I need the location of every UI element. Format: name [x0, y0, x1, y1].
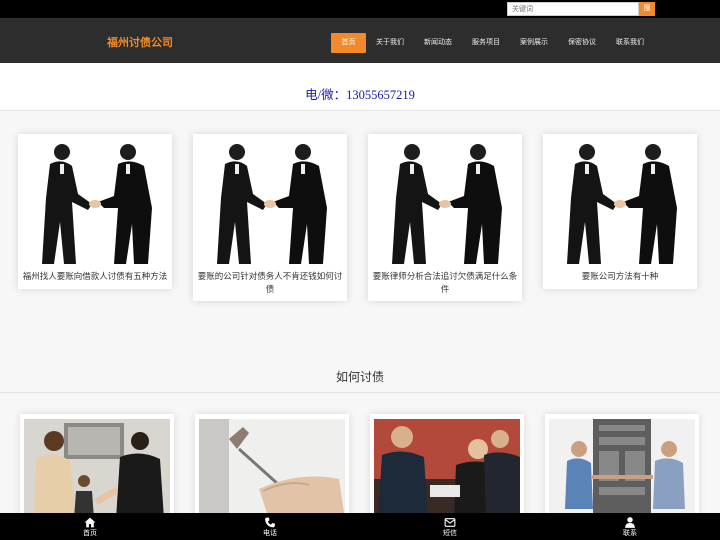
- case-tile[interactable]: [195, 414, 349, 524]
- nav-item-contact[interactable]: 联系我们: [606, 33, 654, 53]
- bottom-nav-label: 联系: [623, 530, 637, 537]
- contact-phone-banner: 电/微：13055657219: [0, 63, 720, 111]
- article-card[interactable]: 要账律师分析合法追讨欠债满足什么条件: [368, 134, 522, 301]
- article-title[interactable]: 要账公司方法有十种: [543, 264, 697, 289]
- handshake-image: [22, 138, 168, 264]
- search-button[interactable]: 搜: [639, 2, 655, 16]
- site-header: 福州讨债公司 首页 关于我们 新闻动态 服务项目 案例展示 保密协议 联系我们: [0, 18, 720, 63]
- article-card[interactable]: 要账公司方法有十种: [543, 134, 697, 289]
- nav-item-about[interactable]: 关于我们: [366, 33, 414, 53]
- nav-item-news[interactable]: 新闻动态: [414, 33, 462, 53]
- nav-item-services[interactable]: 服务项目: [462, 33, 510, 53]
- bottom-nav-sms[interactable]: 短信: [360, 513, 540, 540]
- nav-item-cases[interactable]: 案例展示: [510, 33, 558, 53]
- handshake-image: [197, 138, 343, 264]
- signing-pen-image: [199, 419, 345, 519]
- meeting-image: [374, 419, 520, 519]
- article-card[interactable]: 福州找人要账向借款人讨债有五种方法: [18, 134, 172, 289]
- article-title[interactable]: 福州找人要账向借款人讨债有五种方法: [18, 264, 172, 289]
- article-card[interactable]: 要账的公司针对债务人不肯还钱如何讨债: [193, 134, 347, 301]
- top-search-bar: 搜: [0, 0, 720, 18]
- bottom-nav-phone[interactable]: 电话: [180, 513, 360, 540]
- article-title[interactable]: 要账的公司针对债务人不肯还钱如何讨债: [193, 264, 347, 301]
- envelope-icon: [444, 518, 456, 527]
- article-title[interactable]: 要账律师分析合法追讨欠债满足什么条件: [368, 264, 522, 301]
- section-divider: [0, 392, 720, 393]
- handshake-image: [372, 138, 518, 264]
- nav-item-home[interactable]: 首页: [331, 33, 366, 53]
- home-icon: [84, 517, 96, 528]
- case-tile[interactable]: [545, 414, 699, 524]
- case-tile[interactable]: [370, 414, 524, 524]
- user-icon: [625, 517, 635, 528]
- phone-icon: [265, 517, 275, 528]
- bottom-nav-label: 短信: [443, 530, 457, 537]
- bottom-nav-label: 电话: [263, 530, 277, 537]
- bottom-nav-label: 首页: [83, 530, 97, 537]
- contact-phone[interactable]: 电/微：13055657219: [305, 84, 415, 103]
- office-handshake-image: [24, 419, 170, 519]
- site-brand[interactable]: 福州讨债公司: [107, 34, 173, 50]
- main-nav: 首页 关于我们 新闻动态 服务项目 案例展示 保密协议 联系我们: [331, 33, 654, 53]
- bottom-nav-bar: 首页 电话 短信 联系: [0, 513, 720, 540]
- case-tile[interactable]: [20, 414, 174, 524]
- cases-section-title: 如何讨债: [335, 370, 384, 384]
- win-sculpture-image: [549, 419, 695, 519]
- nav-item-privacy[interactable]: 保密协议: [558, 33, 606, 53]
- search-input[interactable]: [507, 2, 639, 16]
- bottom-nav-home[interactable]: 首页: [0, 513, 180, 540]
- handshake-image: [547, 138, 693, 264]
- bottom-nav-contact[interactable]: 联系: [540, 513, 720, 540]
